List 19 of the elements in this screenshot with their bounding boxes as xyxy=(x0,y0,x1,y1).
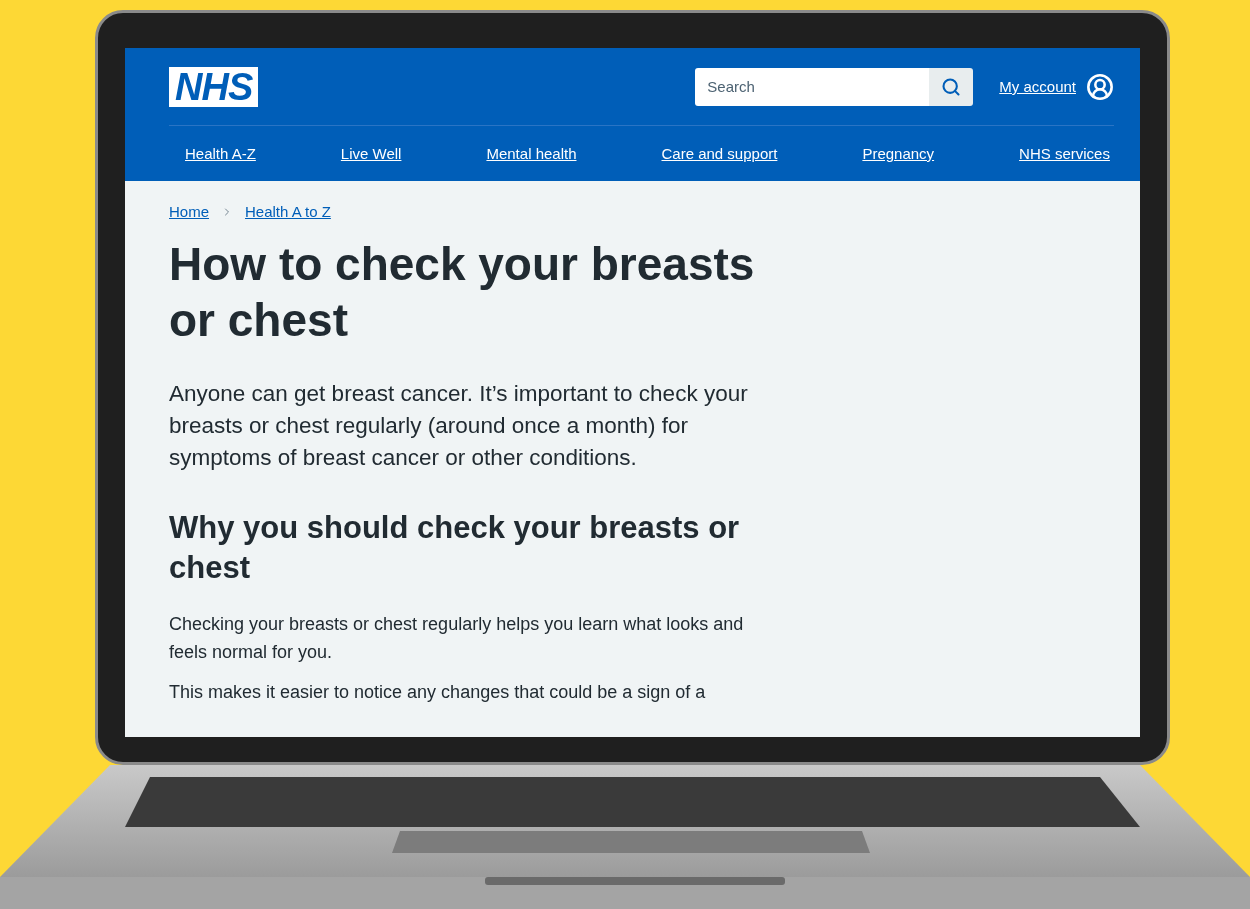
intro-text: Anyone can get breast cancer. It’s important to check your breasts or chest regularly (around once a month) for symptoms of breast cancer or other conditions. xyxy=(169,380,749,472)
page-title: How to check your breasts or chest xyxy=(169,237,756,348)
section-heading: Why you should check your breasts or chest xyxy=(169,509,741,587)
nhs-logo[interactable]: NHS xyxy=(169,66,259,107)
nav-link[interactable]: Care and support xyxy=(661,145,778,162)
nav-link[interactable]: Mental health xyxy=(486,145,577,162)
nav-link[interactable]: Live Well xyxy=(340,145,402,162)
search-button[interactable] xyxy=(929,67,974,106)
paragraph: This makes it easier to notice any changes that could be a sign of a xyxy=(169,681,707,704)
breadcrumb-link[interactable]: Health A to Z xyxy=(245,203,331,220)
paragraph: Checking your breasts or chest regularly helps you learn what looks and feels normal for you. xyxy=(169,613,745,664)
account-link[interactable]: My account xyxy=(999,78,1076,95)
nav-link[interactable]: Health A-Z xyxy=(185,145,256,162)
nav-link[interactable]: NHS services xyxy=(1019,145,1110,162)
nav-link[interactable]: Pregnancy xyxy=(862,145,935,162)
search-icon xyxy=(941,76,962,97)
user-icon[interactable] xyxy=(1086,72,1114,101)
breadcrumb-link[interactable]: Home xyxy=(169,203,209,220)
search-field[interactable]: Search xyxy=(695,67,930,106)
